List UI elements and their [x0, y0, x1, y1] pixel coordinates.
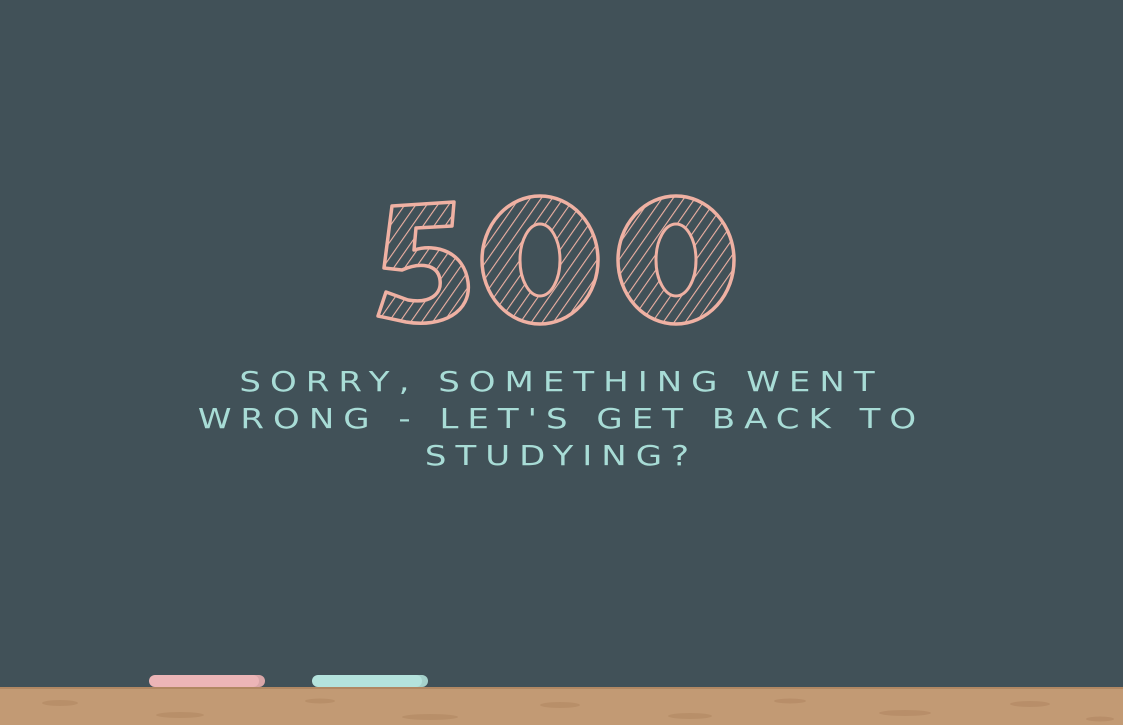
digit-0-first: [479, 194, 600, 326]
digit-5: [375, 200, 470, 325]
blue-chalk: [312, 675, 428, 687]
chalk-tray: [0, 687, 1123, 725]
error-code-graphic: 500: [375, 194, 736, 326]
error-message: Sorry, something went wrong - let's get …: [197, 365, 926, 473]
chalkboard: [0, 0, 1123, 688]
pink-chalk: [149, 675, 265, 687]
digit-0-second: [615, 194, 736, 326]
error-code: 500: [0, 188, 1123, 333]
wood-texture: [42, 698, 1114, 722]
